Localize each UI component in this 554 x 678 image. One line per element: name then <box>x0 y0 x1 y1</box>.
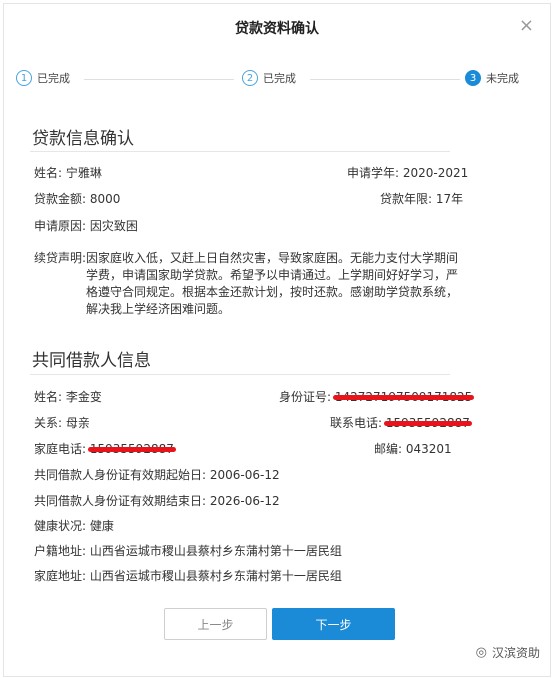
step-number: 3 <box>465 70 481 86</box>
section-divider <box>30 374 450 375</box>
household-address: 户籍地址: 山西省运城市稷山县蔡村乡东蒲村第十一居民组 <box>34 544 342 558</box>
id-valid-end: 共同借款人身份证有效期结束日: 2026-06-12 <box>34 494 280 508</box>
step-3: 3 未完成 <box>465 70 519 86</box>
loan-name: 姓名: 宁雅琳 <box>34 166 102 180</box>
redacted-id: 142727197509171825 <box>332 390 475 404</box>
step-label: 已完成 <box>37 72 70 85</box>
wechat-icon: ◎ <box>475 645 487 660</box>
renewal-statement: 续贷声明: 因家庭收入低，又赶上日自然灾害，导致家庭困。无能力支付大学期间学费，… <box>34 251 459 316</box>
loan-confirm-dialog: 贷款资料确认 × 1 已完成 2 已完成 3 未完成 贷款信息确认 姓名: 宁雅… <box>3 3 551 677</box>
close-icon[interactable]: × <box>519 15 534 36</box>
step-label: 未完成 <box>486 72 519 85</box>
next-step-button[interactable]: 下一步 <box>272 608 395 640</box>
step-number: 2 <box>242 70 258 86</box>
co-borrower-home-phone: 家庭电话: 15935592887 <box>34 442 176 456</box>
loan-term: 贷款年限: 17年 <box>380 192 464 206</box>
apply-year: 申请学年: 2020-2021 <box>347 166 469 180</box>
watermark: ◎ 汉滨资助 <box>476 644 540 661</box>
co-borrower-relation: 关系: 母亲 <box>34 416 90 430</box>
co-borrower-id: 身份证号: 142727197509171825 <box>279 390 475 404</box>
watermark-text: 汉滨资助 <box>491 646 540 660</box>
dialog-title: 贷款资料确认 <box>235 21 319 37</box>
redacted-home-phone: 15935592887 <box>87 442 176 456</box>
co-borrower-phone: 联系电话: 15935592887 <box>330 416 472 430</box>
redacted-phone: 15935592887 <box>383 416 472 430</box>
section-divider <box>30 151 450 152</box>
step-number: 1 <box>16 70 32 86</box>
prev-step-button[interactable]: 上一步 <box>164 608 267 640</box>
step-label: 已完成 <box>263 72 296 85</box>
co-borrower-name: 姓名: 李金变 <box>34 390 102 404</box>
step-connector <box>84 79 234 80</box>
co-borrower-postcode: 邮编: 043201 <box>374 442 452 456</box>
loan-amount: 贷款金额: 8000 <box>34 192 121 206</box>
step-2: 2 已完成 <box>242 70 296 86</box>
apply-reason: 申请原因: 因灾致困 <box>34 219 138 233</box>
id-valid-start: 共同借款人身份证有效期起始日: 2006-06-12 <box>34 468 280 482</box>
co-borrower-title: 共同借款人信息 <box>32 351 151 371</box>
step-connector <box>310 79 460 80</box>
loan-info-title: 贷款信息确认 <box>32 129 134 149</box>
home-address: 家庭地址: 山西省运城市稷山县蔡村乡东蒲村第十一居民组 <box>34 569 342 583</box>
health-status: 健康状况: 健康 <box>34 519 114 533</box>
step-1: 1 已完成 <box>16 70 70 86</box>
progress-steps: 1 已完成 2 已完成 3 未完成 <box>16 70 536 94</box>
